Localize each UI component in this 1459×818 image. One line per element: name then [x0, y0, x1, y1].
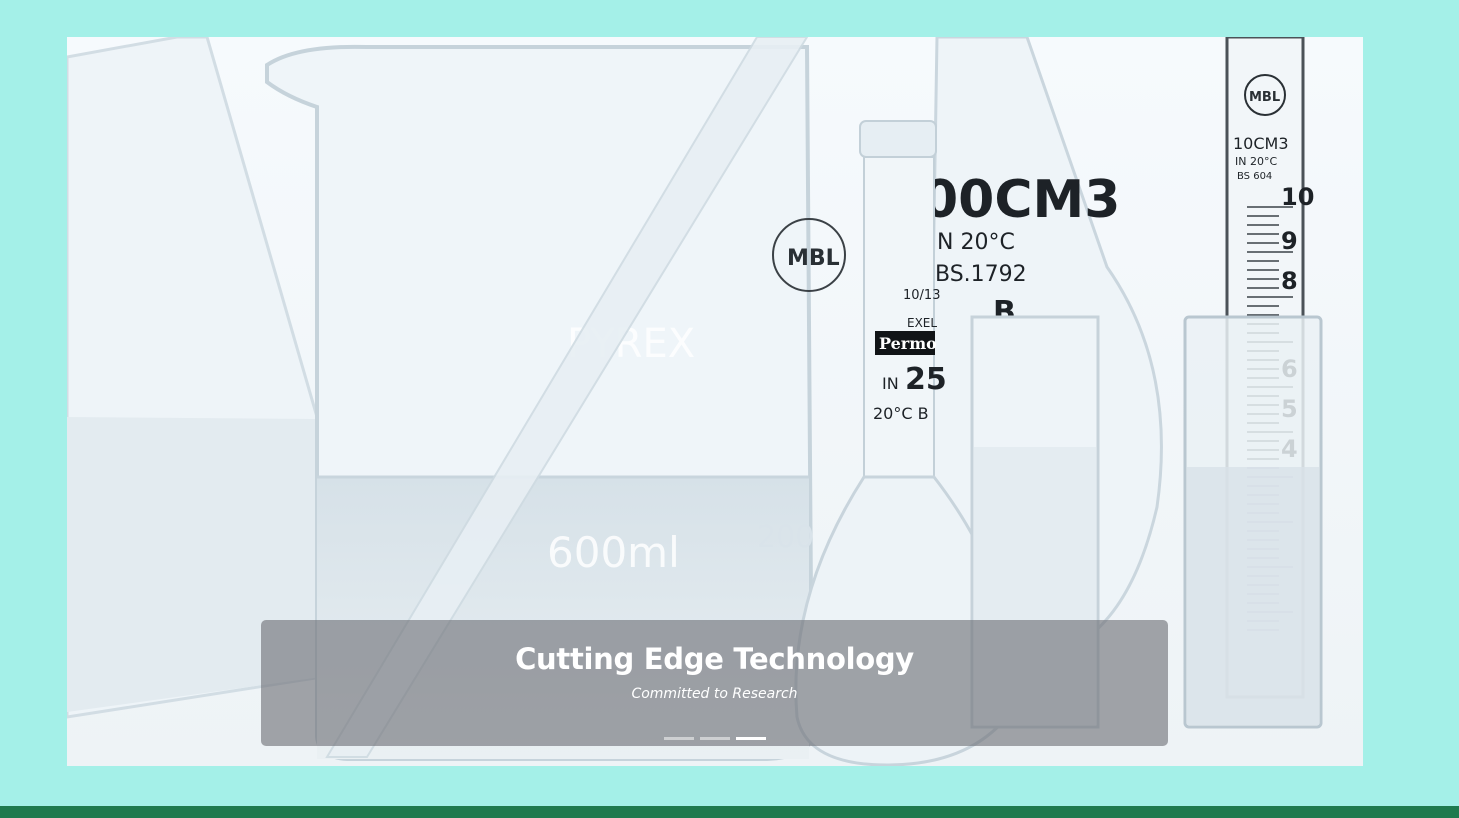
tube-in-text: IN [882, 374, 899, 393]
carousel-indicator-3[interactable] [736, 737, 766, 740]
cylinder-mark-label: 10 [1281, 183, 1314, 211]
cyl-standard-text: BS 604 [1237, 171, 1272, 182]
footer-bar [0, 806, 1459, 818]
tall-glass [1183, 315, 1323, 729]
flask-volume-text: 00CM3 [922, 170, 1120, 230]
mbl-logo-text: MBL [787, 246, 840, 271]
cylinder-mark-label: 8 [1281, 267, 1298, 295]
tube-fraction-text: 10/13 [903, 288, 940, 303]
cyl-logo-text: MBL [1249, 90, 1280, 105]
beaker-volume-text: 600ml [547, 528, 680, 577]
caption-title: Cutting Edge Technology [515, 642, 914, 676]
tube-brand-text: Permo [879, 334, 937, 353]
flask-temp-text: N 20°C [937, 230, 1015, 255]
carousel-caption: Cutting Edge Technology Committed to Res… [261, 620, 1168, 746]
caption-subtitle: Committed to Research [631, 686, 798, 702]
cyl-volume-text: 10CM3 [1233, 134, 1289, 153]
tube-value-text: 25 [905, 362, 947, 397]
hero-carousel[interactable]: PYREX 600ml 200 00CM3 N 20°C BS.1792 B M… [67, 37, 1363, 766]
tube-exel-text: EXEL [907, 316, 937, 330]
carousel-indicators [664, 737, 766, 740]
carousel-indicator-1[interactable] [664, 737, 694, 740]
cylinder-mark-label: 9 [1281, 227, 1298, 255]
beaker-mark-text: 200 [757, 520, 814, 555]
carousel-indicator-2[interactable] [700, 737, 730, 740]
cyl-temp-text: IN 20°C [1235, 155, 1277, 168]
tube-temp-text: 20°C B [873, 404, 929, 423]
flask-standard-text: BS.1792 [935, 262, 1027, 287]
